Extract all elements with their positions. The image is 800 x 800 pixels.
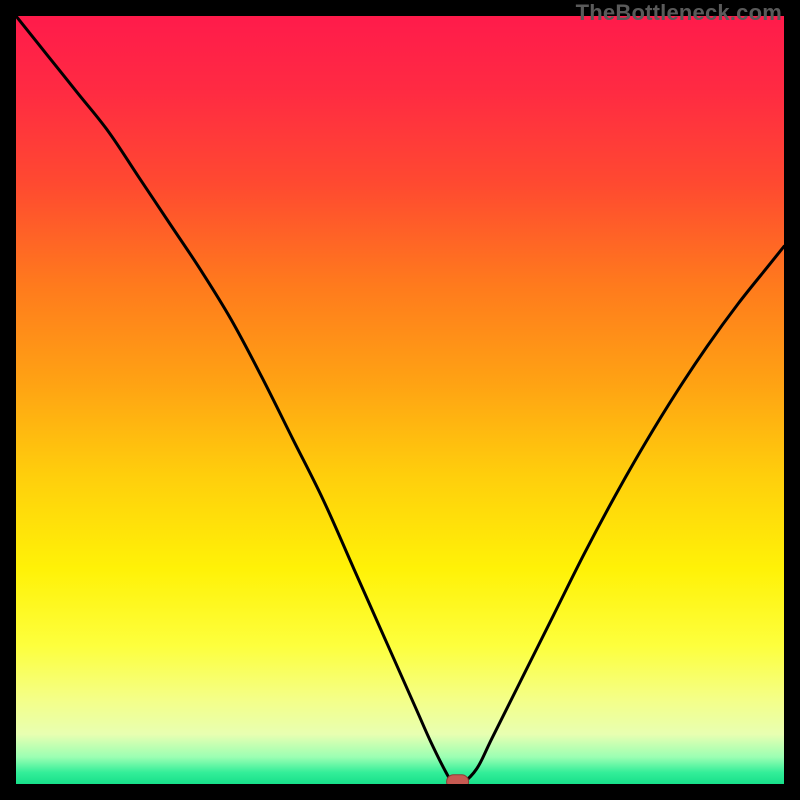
- chart-frame: TheBottleneck.com: [0, 0, 800, 800]
- optimal-marker: [447, 775, 469, 784]
- plot-area: [16, 16, 784, 784]
- watermark-text: TheBottleneck.com: [576, 0, 782, 26]
- bottleneck-chart: [16, 16, 784, 784]
- gradient-background: [16, 16, 784, 784]
